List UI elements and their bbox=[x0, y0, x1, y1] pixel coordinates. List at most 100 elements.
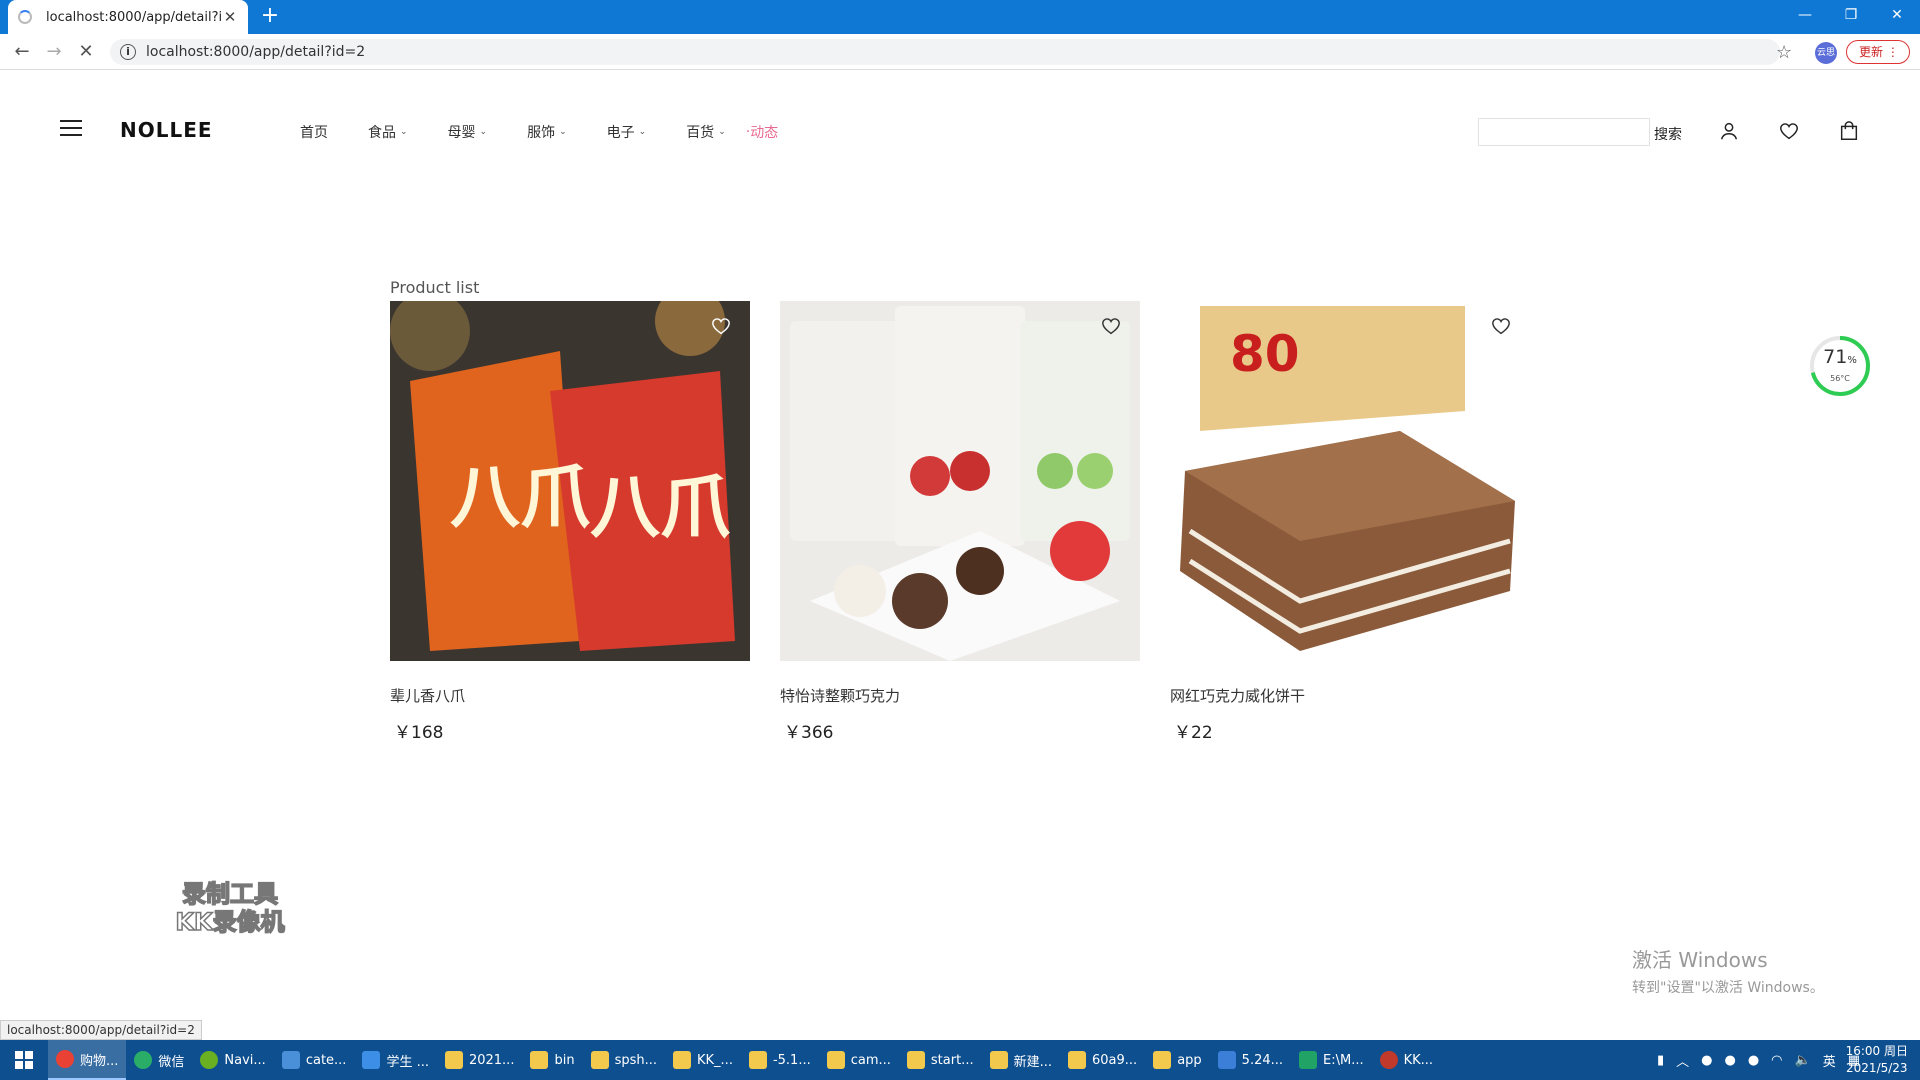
taskbar-item-folder[interactable]: 60a9... bbox=[1060, 1040, 1145, 1080]
product-name[interactable]: 网红巧克力威化饼干 bbox=[1170, 685, 1530, 706]
tray-app-icon[interactable]: ● bbox=[1701, 1053, 1712, 1068]
product-image[interactable]: 八爪 八爪 bbox=[390, 301, 750, 661]
minimize-button[interactable]: — bbox=[1782, 0, 1828, 30]
nav-item-baby[interactable]: 母婴 ⌄ bbox=[448, 122, 488, 142]
folder-icon bbox=[444, 1051, 463, 1069]
nav-item-general[interactable]: 百货 ⌄ bbox=[686, 122, 726, 142]
url-text: localhost:8000/app/detail?id=2 bbox=[146, 44, 366, 60]
clock-date: 2021/5/23 bbox=[1846, 1061, 1908, 1075]
taskbar-item-folder[interactable]: KK_... bbox=[665, 1040, 741, 1080]
search-button[interactable]: 搜索 bbox=[1654, 124, 1682, 144]
taskbar-item-folder[interactable]: start... bbox=[899, 1040, 982, 1080]
site-header: NOLLEE 首页 食品 ⌄ 母婴 ⌄ 服饰 ⌄ 电子 ⌄ 百货 ⌄ · 动态 搜索 bbox=[0, 110, 1920, 150]
tray-app-icon[interactable]: ● bbox=[1748, 1053, 1759, 1068]
nav-item-electronics[interactable]: 电子 ⌄ bbox=[607, 122, 647, 142]
volume-icon[interactable]: 🔈 bbox=[1795, 1053, 1811, 1068]
taskbar-item-kk-recorder[interactable]: KK... bbox=[1372, 1040, 1441, 1080]
user-icon[interactable] bbox=[1718, 120, 1740, 142]
hamburger-menu-icon[interactable] bbox=[60, 120, 82, 138]
taskbar-item-folder[interactable]: app bbox=[1145, 1040, 1209, 1080]
close-window-button[interactable]: ✕ bbox=[1874, 0, 1920, 30]
heart-icon[interactable] bbox=[1778, 120, 1800, 142]
chevron-down-icon: ⌄ bbox=[479, 127, 488, 137]
product-card[interactable]: 八爪 八爪 辈儿香八爪 ￥168 bbox=[390, 301, 750, 743]
chrome-icon bbox=[56, 1050, 74, 1068]
clock-time: 16:00 周日 bbox=[1845, 1044, 1908, 1058]
taskbar-item-folder[interactable]: -5.1... bbox=[741, 1040, 819, 1080]
ime-indicator[interactable]: 英 bbox=[1823, 1051, 1836, 1070]
taskbar-item-navicat[interactable]: Navi... bbox=[192, 1040, 273, 1080]
vscode-icon bbox=[1217, 1051, 1236, 1069]
navicat-icon bbox=[200, 1051, 219, 1069]
nav-item-apparel[interactable]: 服饰 ⌄ bbox=[527, 122, 567, 142]
activate-windows-watermark: 激活 Windows 转到"设置"以激活 Windows。 bbox=[1632, 944, 1824, 997]
svg-text:八爪: 八爪 bbox=[590, 466, 730, 548]
taskbar-item-folder[interactable]: 2021... bbox=[437, 1040, 522, 1080]
product-price: ￥168 bbox=[394, 723, 444, 743]
folder-icon bbox=[826, 1051, 845, 1069]
taskbar-clock[interactable]: 16:00 周日 2021/5/23 bbox=[1846, 1043, 1908, 1077]
product-card[interactable]: 80 网红巧克力威化饼干 ￥22 bbox=[1170, 301, 1530, 743]
bookmark-star-icon[interactable]: ☆ bbox=[1776, 42, 1792, 63]
browser-tab[interactable]: localhost:8000/app/detail?id= ✕ bbox=[8, 0, 248, 34]
nav-item-news[interactable]: · 动态 bbox=[746, 122, 778, 142]
tray-app-icon[interactable]: ● bbox=[1724, 1053, 1735, 1068]
taskbar-item-excel[interactable]: E:\M... bbox=[1291, 1040, 1372, 1080]
taskbar-item-window[interactable]: cate... bbox=[274, 1040, 355, 1080]
forward-button[interactable]: → bbox=[40, 40, 68, 64]
taskbar-item-folder[interactable]: 新建... bbox=[982, 1040, 1060, 1080]
favorite-heart-icon[interactable] bbox=[1100, 315, 1122, 337]
back-button[interactable]: ← bbox=[8, 40, 36, 64]
folder-icon bbox=[906, 1051, 925, 1069]
address-bar: ← → ✕ i localhost:8000/app/detail?id=2 ☆… bbox=[0, 34, 1920, 70]
chevron-down-icon: ⌄ bbox=[638, 127, 647, 137]
taskbar-item-folder[interactable]: bin bbox=[522, 1040, 582, 1080]
url-field[interactable]: i localhost:8000/app/detail?id=2 bbox=[110, 39, 1780, 65]
main-nav: 首页 食品 ⌄ 母婴 ⌄ 服饰 ⌄ 电子 ⌄ 百货 ⌄ · 动态 bbox=[300, 122, 818, 142]
favorite-heart-icon[interactable] bbox=[1490, 315, 1512, 337]
network-icon[interactable]: ◠ bbox=[1771, 1053, 1782, 1068]
battery-icon[interactable]: ▮ bbox=[1657, 1053, 1664, 1068]
product-image[interactable]: 80 bbox=[1170, 301, 1530, 661]
app-icon bbox=[362, 1051, 381, 1069]
profile-avatar[interactable]: 云思 bbox=[1815, 42, 1837, 64]
search-input[interactable] bbox=[1478, 118, 1650, 146]
gauge-percent: 71 bbox=[1823, 346, 1848, 368]
site-info-icon[interactable]: i bbox=[120, 44, 136, 60]
taskbar-item-folder[interactable]: cam... bbox=[819, 1040, 899, 1080]
chevron-down-icon: ⌄ bbox=[400, 127, 408, 137]
shopping-bag-icon[interactable] bbox=[1838, 120, 1860, 142]
windows-start-button[interactable] bbox=[0, 1040, 48, 1080]
close-tab-icon[interactable]: ✕ bbox=[222, 8, 238, 26]
kk-recorder-icon bbox=[1379, 1051, 1398, 1069]
performance-gauge[interactable]: 71% 56°C bbox=[1808, 334, 1872, 398]
taskbar-item-app[interactable]: 学生 ... bbox=[354, 1040, 437, 1080]
browser-tabbar: localhost:8000/app/detail?id= ✕ + — ❐ ✕ bbox=[0, 0, 1920, 34]
wechat-icon bbox=[134, 1051, 153, 1069]
product-card[interactable]: 特怡诗整颗巧克力 ￥366 bbox=[780, 301, 1140, 743]
folder-icon bbox=[1068, 1051, 1086, 1069]
update-label: 更新 bbox=[1859, 45, 1884, 59]
product-name[interactable]: 特怡诗整颗巧克力 bbox=[780, 685, 1140, 706]
nav-item-home[interactable]: 首页 bbox=[300, 122, 328, 142]
taskbar-item-vscode[interactable]: 5.24... bbox=[1210, 1040, 1291, 1080]
site-logo[interactable]: NOLLEE bbox=[120, 118, 213, 142]
folder-icon bbox=[530, 1051, 549, 1069]
new-tab-button[interactable]: + bbox=[258, 4, 282, 28]
product-name[interactable]: 辈儿香八爪 bbox=[390, 685, 750, 706]
nav-item-food[interactable]: 食品 ⌄ bbox=[368, 122, 408, 142]
taskbar-item-chrome[interactable]: 购物... bbox=[48, 1040, 127, 1080]
gauge-unit: % bbox=[1847, 355, 1857, 366]
product-image[interactable] bbox=[780, 301, 1140, 661]
chevron-up-icon[interactable]: ︿ bbox=[1676, 1051, 1689, 1070]
loading-spinner-icon bbox=[18, 10, 32, 24]
taskbar-item-wechat[interactable]: 微信 bbox=[126, 1040, 192, 1080]
stop-loading-button[interactable]: ✕ bbox=[72, 40, 100, 64]
product-list-heading: Product list bbox=[390, 278, 480, 297]
update-button[interactable]: 更新 ⋮ bbox=[1846, 40, 1910, 64]
kk-watermark-line1: 录制工具 bbox=[181, 879, 279, 909]
system-tray: ▮ ︿ ● ● ● ◠ 🔈 英 ▦ bbox=[1645, 1040, 1860, 1080]
taskbar-item-folder[interactable]: spsh... bbox=[583, 1040, 665, 1080]
restore-button[interactable]: ❐ bbox=[1828, 0, 1874, 30]
favorite-heart-icon[interactable] bbox=[710, 315, 732, 337]
